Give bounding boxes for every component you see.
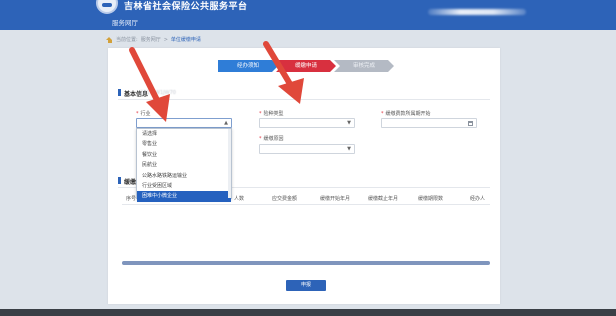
column-header: 缓缴期限数 <box>418 196 444 202</box>
start-month-label: * 缓缴费款所属期开始 <box>381 111 431 117</box>
column-header: 应交费金额 <box>272 196 298 202</box>
chevron-down-icon: ▼ <box>347 120 351 126</box>
calendar-icon <box>468 121 473 126</box>
home-icon <box>106 36 113 43</box>
dropdown-option[interactable]: 请选择 <box>137 129 231 139</box>
start-month-input[interactable] <box>381 118 477 128</box>
breadcrumb-separator: > <box>163 36 168 43</box>
scrollbar-thumb[interactable] <box>122 261 490 265</box>
breadcrumb: 当前位置: 服务网厅 > 单位缓缴申请 <box>106 36 201 43</box>
annotation-arrow-icon <box>129 47 170 122</box>
dropdown-scrollbar[interactable] <box>228 129 231 198</box>
column-header: 序号 <box>126 196 137 202</box>
section-marker <box>118 89 121 96</box>
breadcrumb-prefix: 当前位置: <box>116 37 138 43</box>
reason-select[interactable]: ▼ <box>259 144 355 154</box>
column-header: 缓缴开始年月 <box>320 196 351 202</box>
column-header: 缓缴截止年月 <box>368 196 399 202</box>
dropdown-option[interactable]: 公路水路铁路运输业 <box>137 171 231 181</box>
chevron-down-icon: ▼ <box>347 146 351 152</box>
industry-dropdown: 请选择 零售业 餐饮业 民航业 公路水路铁路运输业 行业受困区域 困难中小微企业 <box>136 128 232 202</box>
reason-label: * 缓缴原因 <box>259 136 284 142</box>
site-title: 吉林省社会保险公共服务平台 <box>124 2 248 12</box>
bottom-bar <box>0 309 616 316</box>
insurance-type-label: * 险种类型 <box>259 111 284 117</box>
section-marker <box>118 177 121 184</box>
dropdown-option[interactable]: 零售业 <box>137 139 231 149</box>
insurance-type-select[interactable]: ▼ <box>259 118 355 128</box>
table-horizontal-scrollbar[interactable] <box>122 261 490 265</box>
chevron-up-icon: ▲ <box>224 120 228 126</box>
breadcrumb-current: 单位缓缴申请 <box>170 37 201 43</box>
nav-service-hall[interactable]: 服务网厅 <box>112 17 138 27</box>
annotation-arrow-icon <box>263 41 304 104</box>
breadcrumb-parent[interactable]: 服务网厅 <box>141 36 161 43</box>
page: 吉林省社会保险公共服务平台 服务网厅 当前位置: 服务网厅 > 单位缓缴申请 经… <box>0 0 616 316</box>
top-header: 吉林省社会保险公共服务平台 服务网厅 <box>0 0 616 30</box>
submit-button[interactable]: 申报 <box>286 280 326 291</box>
column-header: 经办人 <box>470 196 486 202</box>
column-header: 人数 <box>234 196 245 202</box>
table-header-divider <box>122 204 490 205</box>
blurred-user-info <box>428 9 526 15</box>
step-complete: 审核完成 <box>334 60 394 72</box>
dropdown-option[interactable]: 行业受困区域 <box>137 181 231 191</box>
dropdown-option[interactable]: 民航业 <box>137 160 231 170</box>
dropdown-option-selected[interactable]: 困难中小微企业 <box>137 191 231 202</box>
dropdown-option[interactable]: 餐饮业 <box>137 150 231 160</box>
platform-logo <box>96 0 118 14</box>
